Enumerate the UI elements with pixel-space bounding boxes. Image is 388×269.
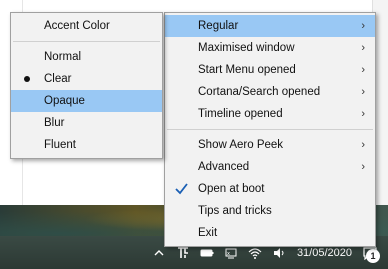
menu-item-label: Cortana/Search opened <box>198 86 321 98</box>
chevron-right-icon: › <box>361 108 365 120</box>
menu-item-start-menu-opened[interactable]: Start Menu opened › <box>165 59 375 81</box>
submenu-item-blur[interactable]: Blur <box>11 112 162 134</box>
menu-item-label: Fluent <box>44 139 76 151</box>
menu-item-label: Regular <box>198 20 239 32</box>
menu-item-maximised-window[interactable]: Maximised window › <box>165 37 375 59</box>
chevron-right-icon: › <box>361 139 365 151</box>
taskbar-date[interactable]: 31/05/2020 <box>297 247 352 259</box>
notification-count-badge: 1 <box>366 249 380 263</box>
menu-item-show-aero-peek[interactable]: Show Aero Peek › <box>165 134 375 156</box>
menu-item-label: Maximised window <box>198 42 295 54</box>
menu-item-label: Opaque <box>44 95 85 107</box>
menu-item-label: Accent Color <box>44 20 110 32</box>
menu-item-label: Open at boot <box>198 183 265 195</box>
menu-item-label: Exit <box>198 227 218 239</box>
menu-item-advanced[interactable]: Advanced › <box>165 156 375 178</box>
menu-item-timeline-opened[interactable]: Timeline opened › <box>165 103 375 125</box>
chevron-right-icon: › <box>361 42 365 54</box>
menu-item-regular[interactable]: Regular › <box>165 15 375 37</box>
tray-context-menu: Regular › Maximised window › Start Menu … <box>164 12 376 247</box>
chevron-right-icon: › <box>361 64 365 76</box>
menu-item-label: Start Menu opened <box>198 64 296 76</box>
menu-item-tips-and-tricks[interactable]: Tips and tricks <box>165 200 375 222</box>
accent-color-submenu: Accent Color Normal Clear Opaque Blur Fl… <box>10 12 163 159</box>
menu-item-cortana-search-opened[interactable]: Cortana/Search opened › <box>165 81 375 103</box>
submenu-item-clear[interactable]: Clear <box>11 68 162 90</box>
menu-item-label: Clear <box>44 73 72 85</box>
radio-bullet-icon <box>24 76 30 82</box>
chevron-right-icon: › <box>361 20 365 32</box>
chevron-right-icon: › <box>361 86 365 98</box>
menu-item-label: Timeline opened <box>198 108 283 120</box>
submenu-item-normal[interactable]: Normal <box>11 46 162 68</box>
submenu-item-fluent[interactable]: Fluent <box>11 134 162 156</box>
chevron-right-icon: › <box>361 161 365 173</box>
svg-text:x: x <box>227 251 230 257</box>
submenu-header-accent-color[interactable]: Accent Color <box>11 15 162 37</box>
menu-item-label: Show Aero Peek <box>198 139 284 151</box>
submenu-item-opaque[interactable]: Opaque <box>11 90 162 112</box>
menu-item-exit[interactable]: Exit <box>165 222 375 244</box>
menu-separator <box>167 129 373 130</box>
menu-item-open-at-boot[interactable]: Open at boot <box>165 178 375 200</box>
menu-item-label: Tips and tricks <box>198 205 272 217</box>
menu-item-label: Blur <box>44 117 65 129</box>
menu-item-label: Advanced <box>198 161 250 173</box>
checkmark-icon <box>175 183 188 195</box>
menu-separator <box>13 41 160 42</box>
menu-item-label: Normal <box>44 51 82 63</box>
